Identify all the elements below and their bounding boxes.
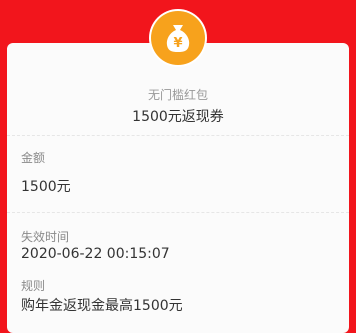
divider <box>7 135 349 136</box>
rules-value: 购年金返现金最高1500元 <box>21 298 183 314</box>
divider <box>7 212 349 213</box>
expiry-label: 失效时间 <box>21 230 70 244</box>
coupon-icon-badge: ¥ <box>149 9 207 67</box>
amount-label: 金额 <box>21 151 46 165</box>
coupon-name: 1500元返现券 <box>132 109 224 125</box>
coupon-type-label: 无门槛红包 <box>147 88 208 102</box>
amount-value: 1500元 <box>21 179 71 195</box>
money-bag-icon: ¥ <box>151 11 205 65</box>
expiry-value: 2020-06-22 00:15:07 <box>21 246 170 262</box>
rules-label: 规则 <box>21 279 46 293</box>
yen-symbol: ¥ <box>173 36 182 51</box>
